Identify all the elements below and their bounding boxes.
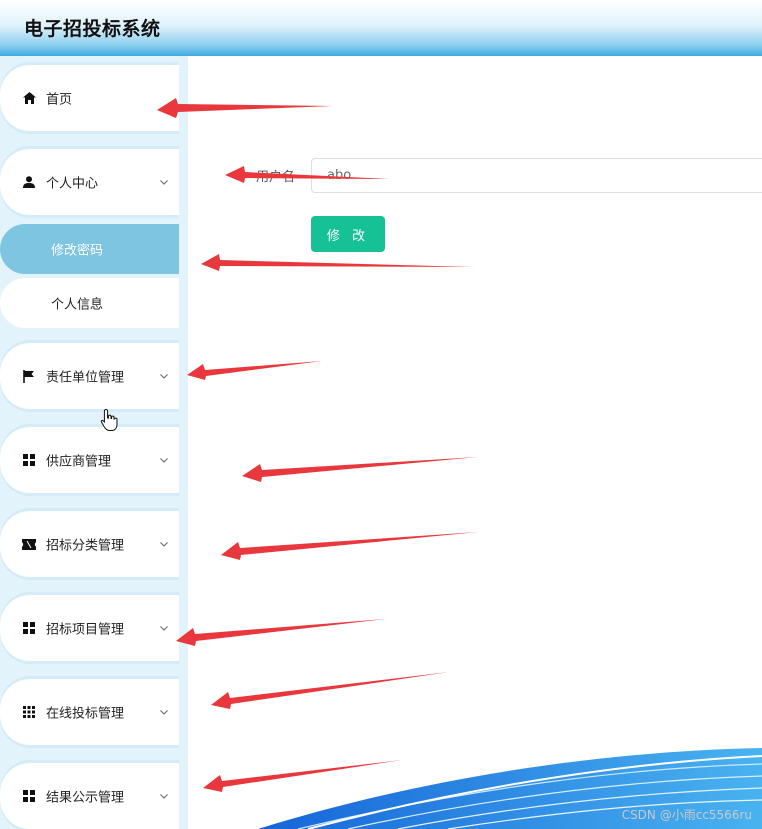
sidebar-item-supplier[interactable]: 供应商管理 [0, 430, 179, 490]
grid-icon [22, 453, 36, 467]
sidebar: 首页 个人中心 修改密码 个人信息 责任单位管理 供应商管理 招标分类管理 招标… [0, 56, 188, 829]
sidebar-item-label: 个人中心 [46, 176, 99, 192]
decorative-wave [258, 748, 762, 829]
sidebar-item-responsible-unit[interactable]: 责任单位管理 [0, 346, 179, 406]
sidebar-item-label: 结果公示管理 [46, 790, 125, 806]
sidebar-item-online-bidding[interactable]: 在线投标管理 [0, 682, 179, 742]
grid-icon [22, 789, 36, 803]
submenu-item-label: 个人信息 [51, 297, 104, 313]
submenu-item-personal-info[interactable]: 个人信息 [0, 278, 179, 328]
sidebar-item-label: 在线投标管理 [46, 706, 125, 722]
sidebar-item-home[interactable]: 首页 [0, 68, 179, 128]
home-icon [22, 91, 36, 105]
submenu-item-change-password[interactable]: 修改密码 [0, 224, 179, 274]
chevron-down-icon [160, 794, 168, 799]
chevron-down-icon [160, 458, 168, 463]
sidebar-item-label: 供应商管理 [46, 454, 112, 470]
sidebar-item-bid-project[interactable]: 招标项目管理 [0, 598, 179, 658]
chevron-down-icon [160, 542, 168, 547]
chevron-down-icon [160, 180, 168, 185]
apps-icon [22, 705, 36, 719]
app-title: 电子招投标系统 [24, 18, 161, 40]
hand-cursor-icon [100, 408, 118, 431]
sidebar-item-bid-category[interactable]: 招标分类管理 [0, 514, 179, 574]
user-icon [22, 175, 36, 189]
chevron-down-icon [160, 374, 168, 379]
sidebar-item-label: 责任单位管理 [46, 370, 125, 386]
sidebar-item-personal-center[interactable]: 个人中心 [0, 152, 179, 212]
main-content: 用户名 修 改 [188, 56, 762, 829]
top-header: 电子招投标系统 [0, 0, 762, 56]
chevron-down-icon [160, 710, 168, 715]
flag-icon [22, 369, 36, 383]
submenu-item-label: 修改密码 [51, 243, 104, 259]
ticket-icon [22, 537, 36, 551]
chevron-down-icon [160, 626, 168, 631]
sidebar-item-label: 首页 [46, 92, 73, 108]
grid-icon [22, 621, 36, 635]
watermark: CSDN @小雨cc5566ru [621, 808, 752, 822]
sidebar-item-label: 招标项目管理 [46, 622, 125, 638]
sidebar-item-result-announcement[interactable]: 结果公示管理 [0, 766, 179, 826]
sidebar-item-label: 招标分类管理 [46, 538, 125, 554]
